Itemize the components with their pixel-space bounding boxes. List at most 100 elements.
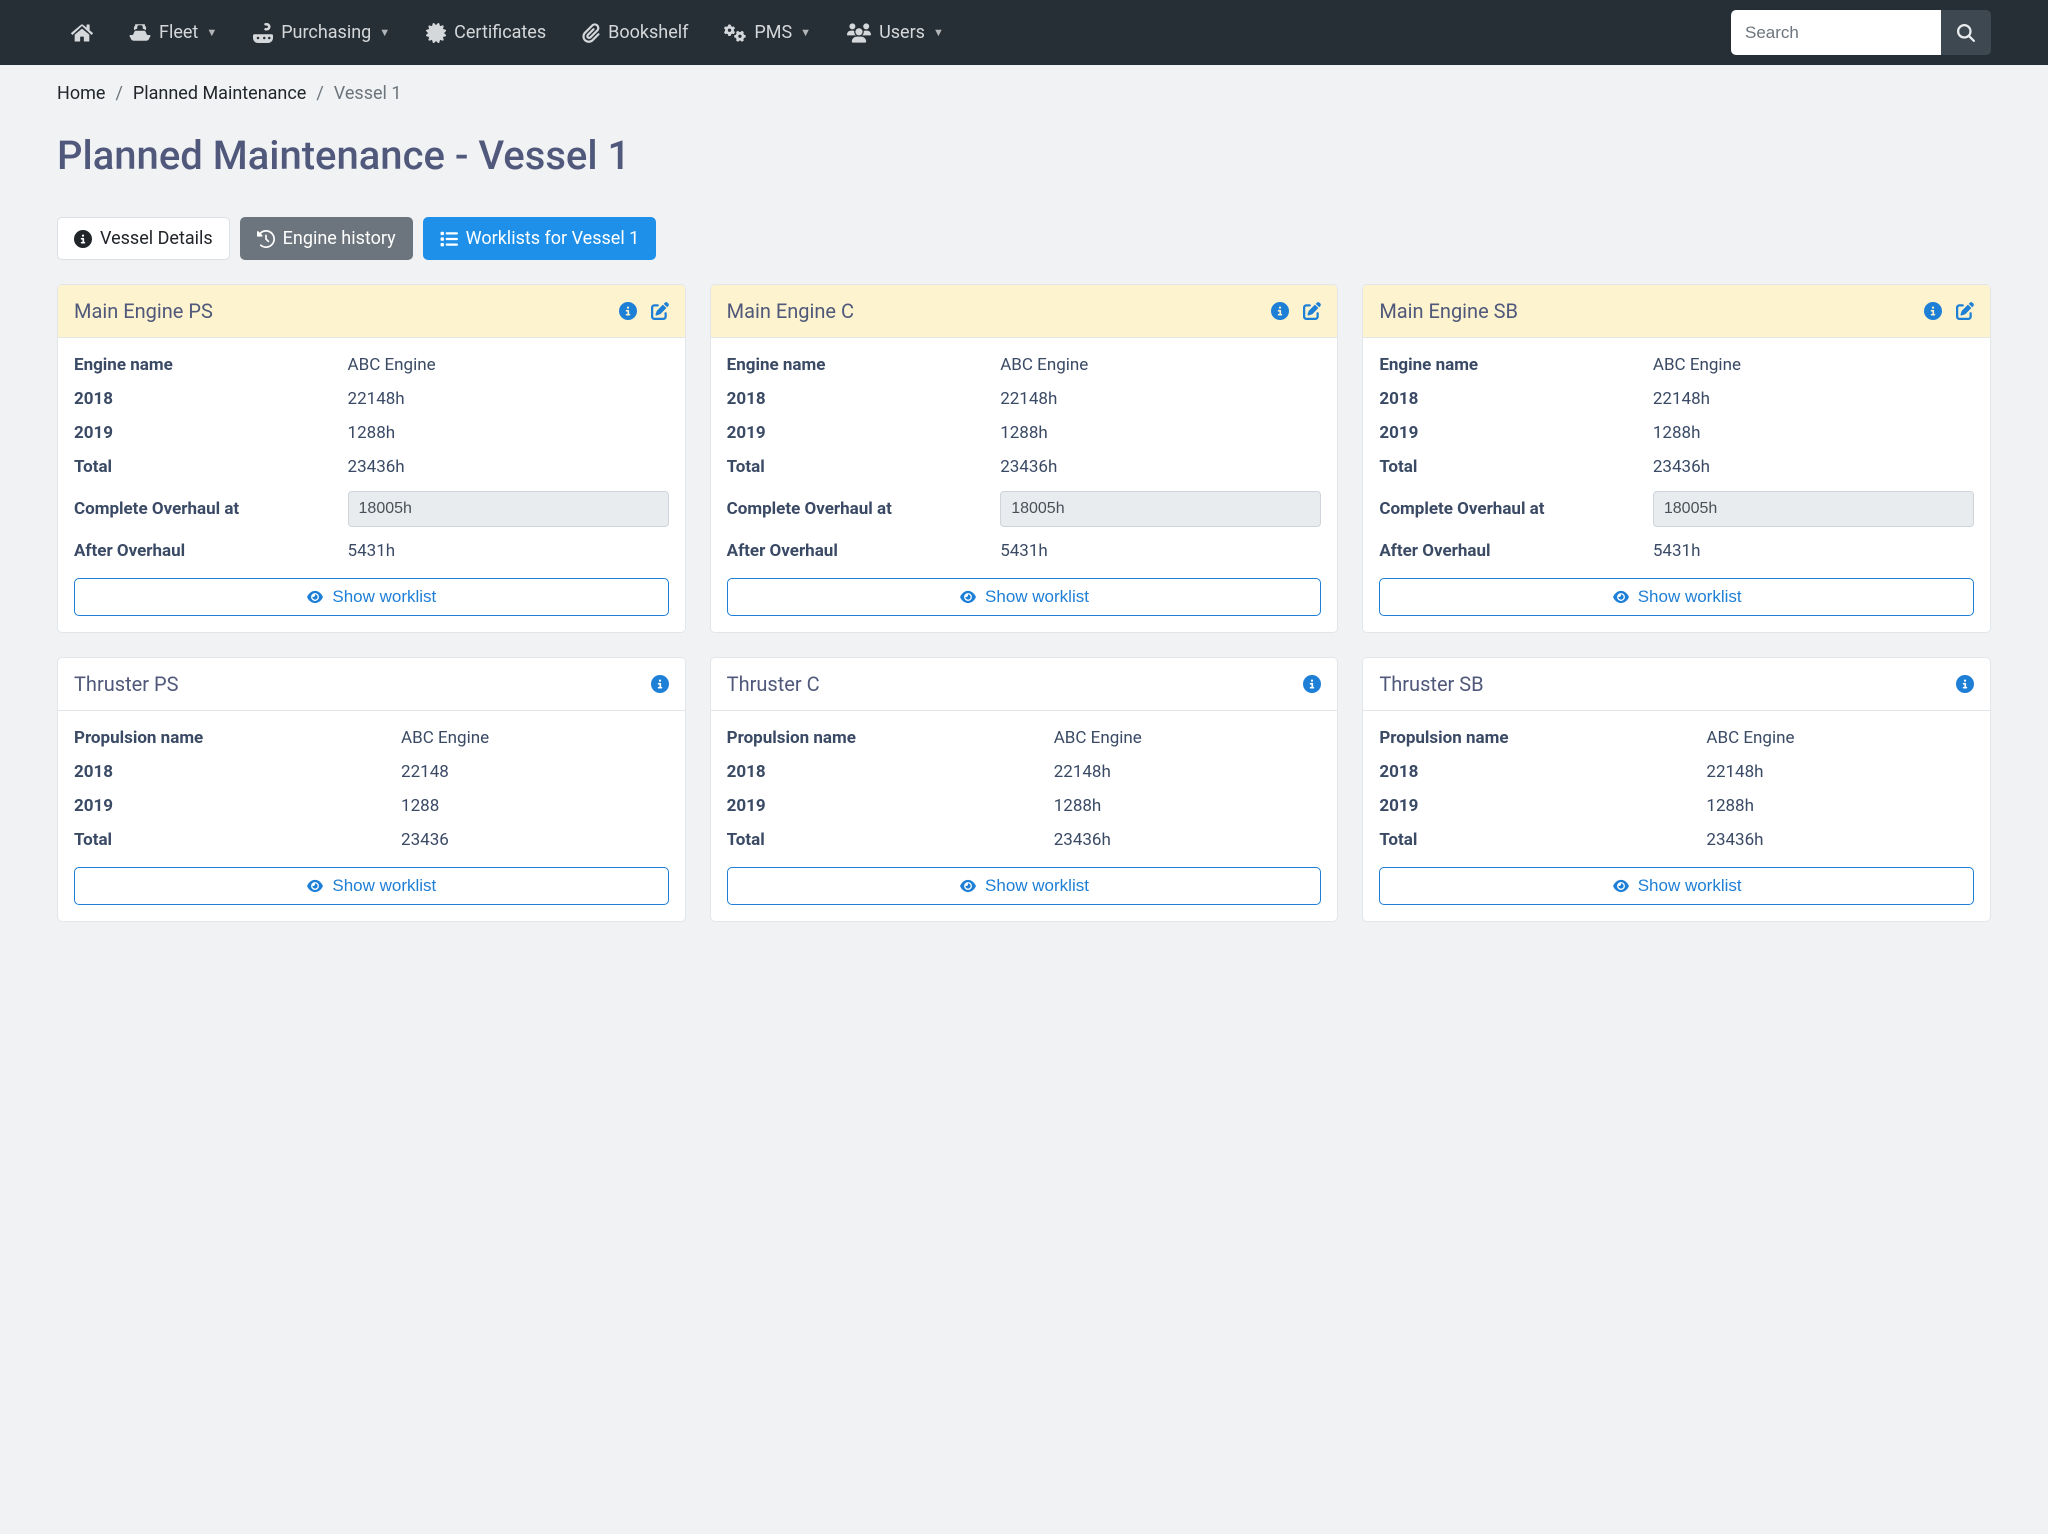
info-icon[interactable] bbox=[619, 302, 637, 320]
info-icon[interactable] bbox=[1956, 675, 1974, 693]
breadcrumb-sep: / bbox=[115, 83, 122, 104]
value-2019: 1288h bbox=[348, 423, 669, 443]
show-worklist-button[interactable]: Show worklist bbox=[1379, 867, 1974, 905]
nav-certificates[interactable]: Certificates bbox=[412, 14, 560, 51]
label-2018: 2018 bbox=[727, 389, 1001, 409]
value-propulsion-name: ABC Engine bbox=[401, 728, 669, 748]
label-propulsion-name: Propulsion name bbox=[727, 728, 1054, 748]
tab-engine-history[interactable]: Engine history bbox=[240, 217, 413, 260]
navbar: Fleet ▼ Purchasing ▼ Certificates Booksh… bbox=[0, 0, 2048, 65]
card-body: Engine nameABC Engine 201822148h 2019128… bbox=[711, 338, 1338, 632]
engine-card: Main Engine PS Engine nameABC Engine 201… bbox=[57, 284, 686, 633]
label-total: Total bbox=[1379, 457, 1653, 477]
show-worklist-button[interactable]: Show worklist bbox=[727, 578, 1322, 616]
card-title: Thruster C bbox=[727, 672, 820, 696]
thruster-card: Thruster C Propulsion nameABC Engine 201… bbox=[710, 657, 1339, 922]
card-header: Main Engine PS bbox=[58, 285, 685, 338]
label-total: Total bbox=[1379, 830, 1706, 850]
info-icon[interactable] bbox=[651, 675, 669, 693]
label-after-overhaul: After Overhaul bbox=[74, 541, 348, 561]
edit-icon[interactable] bbox=[1303, 302, 1321, 320]
value-2019: 1288h bbox=[1000, 423, 1321, 443]
search-group bbox=[1731, 10, 1991, 55]
card-body: Engine nameABC Engine 201822148h 2019128… bbox=[58, 338, 685, 632]
nav-home[interactable] bbox=[57, 14, 107, 52]
value-2019: 1288h bbox=[1054, 796, 1322, 816]
nav-users[interactable]: Users ▼ bbox=[833, 14, 958, 51]
label-2018: 2018 bbox=[1379, 389, 1653, 409]
value-2018: 22148h bbox=[348, 389, 669, 409]
show-worklist-label: Show worklist bbox=[985, 876, 1089, 896]
search-button[interactable] bbox=[1941, 10, 1991, 55]
nav-pms[interactable]: PMS ▼ bbox=[710, 14, 825, 51]
breadcrumb-planned-maintenance[interactable]: Planned Maintenance bbox=[133, 83, 306, 104]
nav-fleet-label: Fleet bbox=[159, 22, 198, 43]
nav-purchasing[interactable]: Purchasing ▼ bbox=[239, 14, 404, 51]
label-after-overhaul: After Overhaul bbox=[727, 541, 1001, 561]
breadcrumb-home[interactable]: Home bbox=[57, 83, 105, 104]
show-worklist-label: Show worklist bbox=[985, 587, 1089, 607]
label-2019: 2019 bbox=[1379, 423, 1653, 443]
ship-icon bbox=[129, 23, 151, 43]
history-icon bbox=[257, 230, 275, 248]
label-2018: 2018 bbox=[1379, 762, 1706, 782]
nav-pms-label: PMS bbox=[754, 22, 792, 43]
caret-down-icon: ▼ bbox=[933, 26, 944, 39]
tab-worklists[interactable]: Worklists for Vessel 1 bbox=[423, 217, 657, 260]
edit-icon[interactable] bbox=[1956, 302, 1974, 320]
caret-down-icon: ▼ bbox=[206, 26, 217, 39]
show-worklist-button[interactable]: Show worklist bbox=[74, 867, 669, 905]
purchasing-icon bbox=[253, 23, 273, 43]
card-header: Thruster SB bbox=[1363, 658, 1990, 711]
card-title: Thruster PS bbox=[74, 672, 178, 696]
thruster-grid: Thruster PS Propulsion nameABC Engine 20… bbox=[57, 657, 1991, 922]
tabs: Vessel Details Engine history Worklists … bbox=[57, 217, 1991, 260]
breadcrumb-sep: / bbox=[316, 83, 323, 104]
tab-label: Engine history bbox=[283, 228, 396, 249]
label-engine-name: Engine name bbox=[1379, 355, 1653, 375]
overhaul-at-input[interactable] bbox=[1653, 491, 1974, 527]
nav-bookshelf[interactable]: Bookshelf bbox=[568, 14, 702, 51]
info-icon[interactable] bbox=[1924, 302, 1942, 320]
label-overhaul-at: Complete Overhaul at bbox=[727, 499, 1001, 519]
value-2018: 22148h bbox=[1000, 389, 1321, 409]
show-worklist-label: Show worklist bbox=[332, 587, 436, 607]
info-icon[interactable] bbox=[1303, 675, 1321, 693]
show-worklist-button[interactable]: Show worklist bbox=[1379, 578, 1974, 616]
search-icon bbox=[1957, 24, 1975, 42]
card-body: Propulsion nameABC Engine 201822148h 201… bbox=[711, 711, 1338, 921]
search-input[interactable] bbox=[1731, 10, 1941, 55]
value-engine-name: ABC Engine bbox=[348, 355, 669, 375]
tab-label: Worklists for Vessel 1 bbox=[466, 228, 640, 249]
nav-fleet[interactable]: Fleet ▼ bbox=[115, 14, 231, 51]
list-icon bbox=[440, 230, 458, 248]
value-after-overhaul: 5431h bbox=[1000, 541, 1321, 561]
label-2019: 2019 bbox=[74, 796, 401, 816]
edit-icon[interactable] bbox=[651, 302, 669, 320]
nav-certificates-label: Certificates bbox=[454, 22, 546, 43]
overhaul-at-input[interactable] bbox=[1000, 491, 1321, 527]
show-worklist-button[interactable]: Show worklist bbox=[74, 578, 669, 616]
engine-grid: Main Engine PS Engine nameABC Engine 201… bbox=[57, 284, 1991, 633]
caret-down-icon: ▼ bbox=[379, 26, 390, 39]
nav-users-label: Users bbox=[879, 22, 925, 43]
thruster-card: Thruster SB Propulsion nameABC Engine 20… bbox=[1362, 657, 1991, 922]
nav-purchasing-label: Purchasing bbox=[281, 22, 371, 43]
value-total: 23436h bbox=[348, 457, 669, 477]
label-2019: 2019 bbox=[727, 423, 1001, 443]
users-icon bbox=[847, 23, 871, 43]
nav-left: Fleet ▼ Purchasing ▼ Certificates Booksh… bbox=[57, 14, 958, 52]
card-header: Thruster C bbox=[711, 658, 1338, 711]
value-2019: 1288h bbox=[1706, 796, 1974, 816]
value-2019: 1288 bbox=[401, 796, 669, 816]
value-total: 23436h bbox=[1054, 830, 1322, 850]
value-after-overhaul: 5431h bbox=[348, 541, 669, 561]
caret-down-icon: ▼ bbox=[800, 26, 811, 39]
show-worklist-button[interactable]: Show worklist bbox=[727, 867, 1322, 905]
label-2019: 2019 bbox=[74, 423, 348, 443]
tab-vessel-details[interactable]: Vessel Details bbox=[57, 217, 230, 260]
show-worklist-label: Show worklist bbox=[1638, 876, 1742, 896]
info-icon[interactable] bbox=[1271, 302, 1289, 320]
eye-icon bbox=[306, 879, 324, 893]
overhaul-at-input[interactable] bbox=[348, 491, 669, 527]
